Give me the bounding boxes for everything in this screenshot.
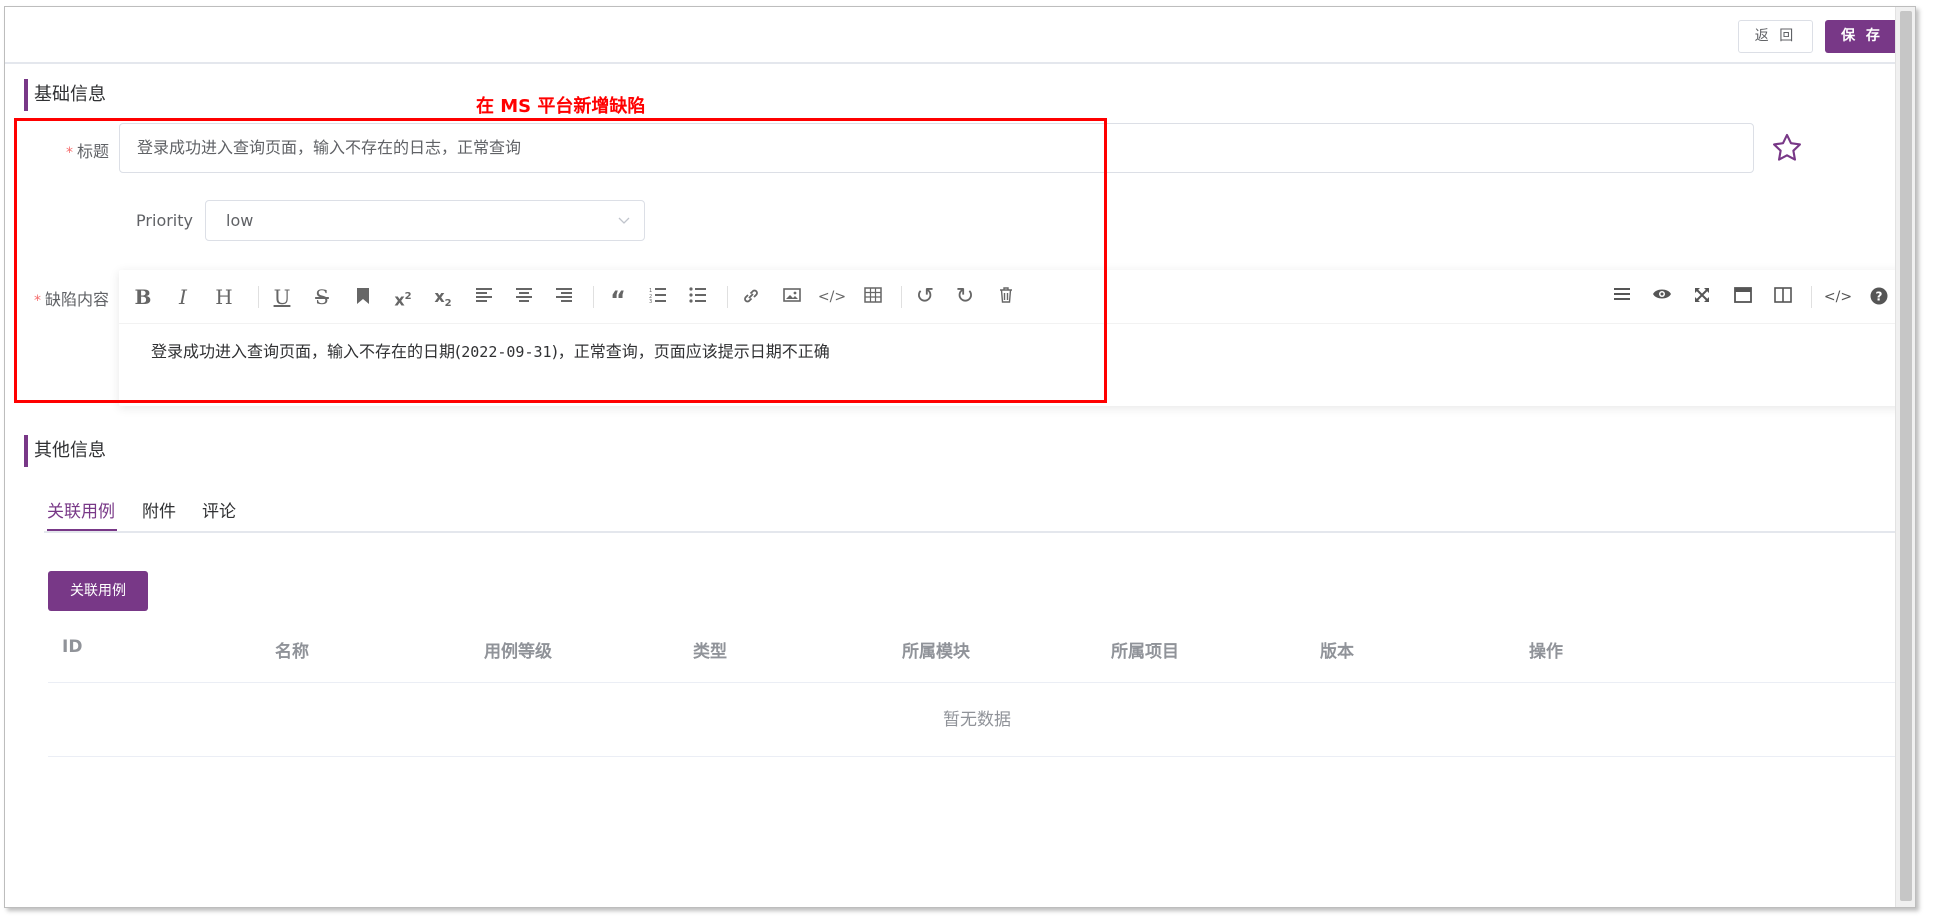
- back-button[interactable]: 返 回: [1738, 20, 1813, 53]
- help-icon[interactable]: ?: [1864, 283, 1894, 311]
- preview-icon[interactable]: [1647, 283, 1677, 311]
- align-center-icon[interactable]: [509, 283, 539, 311]
- app-window: 返 回 保 存 基础信息 在 MS 平台新增缺陷 * 标题 登录成功进入查询页面，…: [4, 6, 1916, 908]
- underline-icon[interactable]: U: [267, 283, 297, 311]
- bold-icon[interactable]: B: [128, 283, 158, 311]
- star-icon[interactable]: [1770, 131, 1804, 165]
- vertical-scrollbar[interactable]: [1895, 7, 1915, 907]
- redo-icon[interactable]: ↻: [950, 283, 980, 311]
- window-icon[interactable]: [1728, 283, 1758, 311]
- required-mark: *: [65, 145, 73, 161]
- column-header[interactable]: ID: [62, 637, 82, 657]
- content-label-text: 缺陷内容: [44, 290, 109, 309]
- red-annotation-label: 在 MS 平台新增缺陷: [476, 96, 646, 117]
- markdown-editor[interactable]: B I H U S x2 x2 “ 123 </> ↺ ↻ </> ? 登录成功…: [119, 270, 1905, 406]
- title-input[interactable]: 登录成功进入查询页面，输入不存在的日志，正常查询: [119, 123, 1754, 173]
- link-case-button[interactable]: 关联用例: [48, 571, 148, 611]
- scrollbar-thumb[interactable]: [1900, 11, 1912, 901]
- image-icon[interactable]: [777, 283, 807, 311]
- priority-select[interactable]: low: [205, 200, 645, 241]
- html-icon[interactable]: </>: [1823, 283, 1853, 311]
- svg-text:3: 3: [649, 299, 652, 303]
- table-header: ID 名称 用例等级 类型 所属模块 所属项目 版本 操作: [48, 627, 1906, 683]
- content-label: * 缺陷内容: [13, 286, 109, 310]
- align-left-icon[interactable]: [469, 283, 499, 311]
- content-text-after: )，正常查询，页面应该提示日期不正确: [551, 342, 830, 361]
- required-mark: *: [33, 293, 41, 309]
- fullscreen-icon[interactable]: [1687, 283, 1717, 311]
- column-header[interactable]: 用例等级: [484, 637, 552, 662]
- column-header[interactable]: 名称: [275, 637, 309, 662]
- editor-content[interactable]: 登录成功进入查询页面，输入不存在的日期(2022-09-31)，正常查询，页面应…: [151, 338, 830, 362]
- split-view-icon[interactable]: [1768, 283, 1798, 311]
- tab-bar: 关联用例 附件 评论: [44, 489, 1906, 533]
- column-header[interactable]: 操作: [1529, 637, 1563, 662]
- chevron-down-icon: [618, 217, 630, 224]
- active-tab-indicator: [47, 529, 117, 531]
- quote-icon[interactable]: “: [603, 283, 633, 314]
- strikethrough-icon[interactable]: S: [307, 283, 337, 311]
- tab-linked-cases[interactable]: 关联用例: [47, 497, 115, 522]
- svg-text:?: ?: [1876, 290, 1883, 304]
- menu-icon[interactable]: [1607, 283, 1637, 311]
- top-action-bar: 返 回 保 存: [5, 7, 1899, 64]
- content-text-date: 2022-09-31: [461, 343, 552, 361]
- bookmark-icon[interactable]: [348, 283, 378, 311]
- column-header[interactable]: 所属项目: [1111, 637, 1179, 662]
- title-label-text: 标题: [76, 142, 109, 161]
- undo-icon[interactable]: ↺: [910, 283, 940, 311]
- column-header[interactable]: 版本: [1320, 637, 1354, 662]
- other-info-section-title: 其他信息: [24, 435, 106, 467]
- italic-icon[interactable]: I: [168, 283, 198, 311]
- empty-table-message: 暂无数据: [48, 683, 1906, 757]
- basic-info-section-title: 基础信息: [24, 79, 106, 111]
- editor-toolbar: B I H U S x2 x2 “ 123 </> ↺ ↻ </> ?: [119, 270, 1905, 324]
- content-text-before: 登录成功进入查询页面，输入不存在的日期(: [151, 342, 462, 361]
- code-icon[interactable]: </>: [817, 283, 847, 311]
- align-right-icon[interactable]: [549, 283, 579, 311]
- heading-icon[interactable]: H: [209, 283, 239, 311]
- link-icon[interactable]: [736, 283, 766, 311]
- tab-attachments[interactable]: 附件: [142, 497, 176, 522]
- ordered-list-icon[interactable]: 123: [643, 283, 673, 311]
- priority-label: Priority: [136, 211, 193, 230]
- unordered-list-icon[interactable]: [683, 283, 713, 311]
- save-button[interactable]: 保 存: [1825, 20, 1899, 53]
- title-label: * 标题: [45, 138, 109, 162]
- superscript-icon[interactable]: x2: [388, 283, 418, 311]
- priority-selected-value: low: [226, 211, 254, 230]
- subscript-icon[interactable]: x2: [428, 283, 458, 311]
- column-header[interactable]: 类型: [693, 637, 727, 662]
- tab-comments[interactable]: 评论: [202, 497, 236, 522]
- table-icon[interactable]: [858, 283, 888, 311]
- trash-icon[interactable]: [991, 283, 1021, 311]
- column-header[interactable]: 所属模块: [902, 637, 970, 662]
